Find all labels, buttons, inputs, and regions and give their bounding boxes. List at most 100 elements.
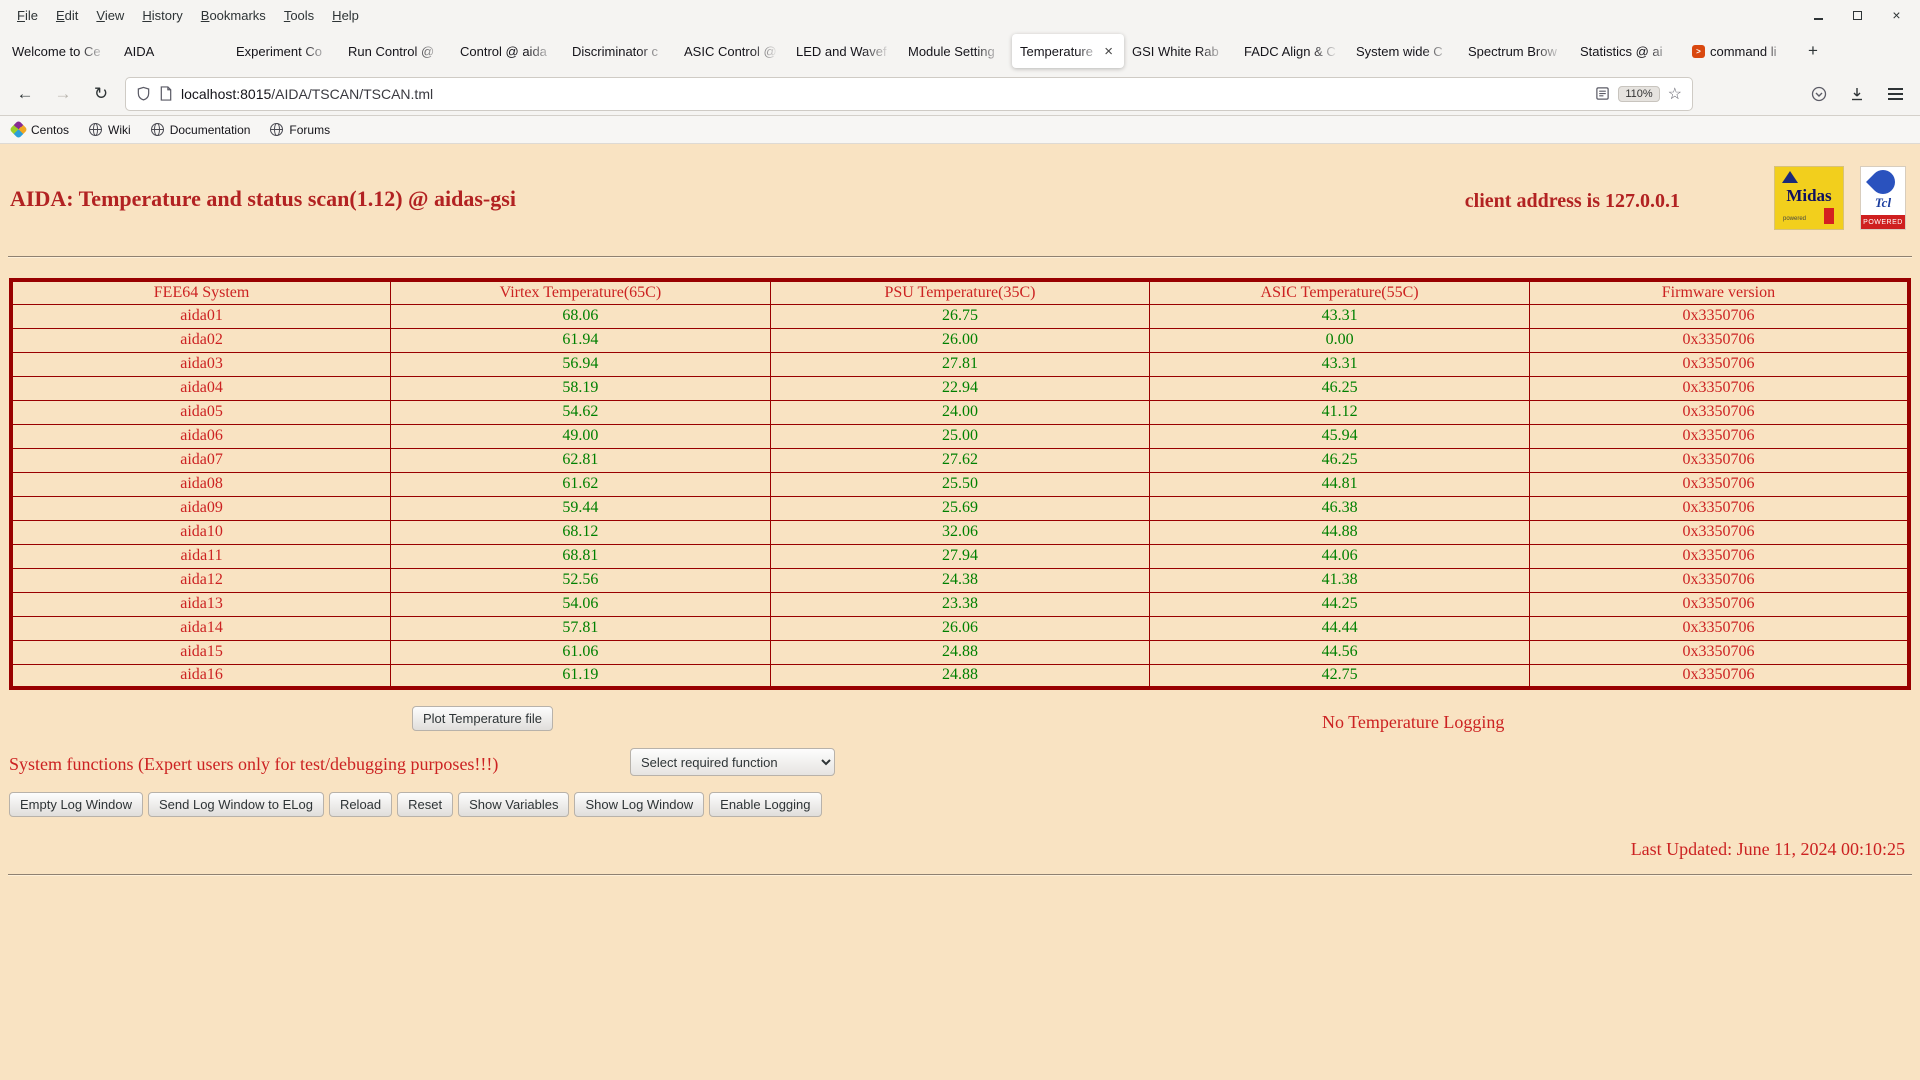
tab-label: Temperature [1020, 44, 1101, 59]
maximize-icon [1853, 11, 1862, 20]
plot-row: Plot Temperature file No Temperature Log… [0, 704, 1920, 746]
menu-item-bookmarks[interactable]: Bookmarks [192, 8, 275, 23]
column-header: PSU Temperature(35C) [770, 280, 1150, 304]
menu-item-help[interactable]: Help [323, 8, 368, 23]
bookmark-centos[interactable]: Centos [12, 123, 69, 137]
fee64-system-cell: aida05 [11, 400, 391, 424]
empty-log-window-button[interactable]: Empty Log Window [9, 792, 143, 817]
value-cell: 0.00 [1150, 328, 1530, 352]
value-cell: 0x3350706 [1529, 544, 1909, 568]
tab-command-li[interactable]: >command li [1684, 34, 1796, 68]
menu-item-view[interactable]: View [87, 8, 133, 23]
fee64-system-cell: aida06 [11, 424, 391, 448]
tab-label: Statistics @ ai [1580, 44, 1676, 59]
plot-temperature-file-button[interactable]: Plot Temperature file [412, 706, 553, 731]
value-cell: 25.69 [770, 496, 1150, 520]
menu-bar: FileEditViewHistoryBookmarksToolsHelp × [0, 0, 1920, 30]
tab-welcome-to-ce[interactable]: Welcome to Ce [4, 34, 116, 68]
tab-run-control[interactable]: Run Control @ [340, 34, 452, 68]
url-path: /AIDA/TSCAN/TSCAN.tml [271, 86, 433, 102]
menu-item-file[interactable]: File [8, 8, 47, 23]
page-title: AIDA: Temperature and status scan(1.12) … [10, 186, 516, 212]
tab-aida[interactable]: AIDA [116, 34, 228, 68]
value-cell: 0x3350706 [1529, 400, 1909, 424]
url-bar[interactable]: localhost:8015/AIDA/TSCAN/TSCAN.tml 110%… [126, 78, 1692, 110]
fee64-system-cell: aida07 [11, 448, 391, 472]
temperature-table: FEE64 SystemVirtex Temperature(65C)PSU T… [9, 278, 1911, 690]
value-cell: 27.62 [770, 448, 1150, 472]
fee64-system-cell: aida10 [11, 520, 391, 544]
column-header: ASIC Temperature(55C) [1150, 280, 1530, 304]
close-window-button[interactable]: × [1889, 8, 1904, 23]
forward-button[interactable]: → [46, 78, 80, 110]
globe-icon [270, 123, 283, 136]
reload-page-button[interactable]: ↻ [84, 78, 118, 110]
bookmark-documentation[interactable]: Documentation [151, 123, 251, 137]
tab-label: Run Control @ [348, 44, 444, 59]
tab-gsi-white-rab[interactable]: GSI White Rab [1124, 34, 1236, 68]
zoom-level[interactable]: 110% [1618, 86, 1659, 102]
tab-discriminator-c[interactable]: Discriminator c [564, 34, 676, 68]
value-cell: 58.19 [391, 376, 771, 400]
tab-temperature[interactable]: Temperature× [1012, 34, 1124, 68]
value-cell: 41.38 [1150, 568, 1530, 592]
site-info-page-icon[interactable] [159, 86, 173, 101]
midas-logo-subtext: powered [1783, 216, 1806, 222]
browser-window: FileEditViewHistoryBookmarksToolsHelp × … [0, 0, 1920, 1080]
reader-mode-icon[interactable] [1595, 86, 1610, 101]
tab-module-setting[interactable]: Module Setting [900, 34, 1012, 68]
tab-spectrum-brow[interactable]: Spectrum Brow [1460, 34, 1572, 68]
enable-logging-button[interactable]: Enable Logging [709, 792, 821, 817]
value-cell: 44.88 [1150, 520, 1530, 544]
bookmark-star-icon[interactable]: ☆ [1668, 84, 1682, 104]
bookmark-label: Centos [31, 123, 69, 137]
value-cell: 42.75 [1150, 664, 1530, 688]
menu-item-history[interactable]: History [133, 8, 191, 23]
show-variables-button[interactable]: Show Variables [458, 792, 569, 817]
value-cell: 0x3350706 [1529, 304, 1909, 328]
menu-item-edit[interactable]: Edit [47, 8, 87, 23]
show-log-window-button[interactable]: Show Log Window [574, 792, 704, 817]
value-cell: 0x3350706 [1529, 448, 1909, 472]
reload-button[interactable]: Reload [329, 792, 392, 817]
tab-system-wide-c[interactable]: System wide C [1348, 34, 1460, 68]
tab-control-aida[interactable]: Control @ aida [452, 34, 564, 68]
tab-experiment-co[interactable]: Experiment Co [228, 34, 340, 68]
app-menu-icon[interactable] [1878, 78, 1912, 110]
value-cell: 44.25 [1150, 592, 1530, 616]
maximize-button[interactable] [1850, 8, 1865, 23]
tracking-protection-shield-icon[interactable] [136, 86, 151, 101]
reset-button[interactable]: Reset [397, 792, 453, 817]
send-log-window-to-elog-button[interactable]: Send Log Window to ELog [148, 792, 324, 817]
fee64-system-cell: aida08 [11, 472, 391, 496]
table-row: aida0861.6225.5044.810x3350706 [11, 472, 1909, 496]
tab-label: Module Setting [908, 44, 1004, 59]
bookmarks-toolbar: Centos Wiki Documentation Forums [0, 116, 1920, 144]
centos-icon [9, 120, 27, 138]
value-cell: 23.38 [770, 592, 1150, 616]
tab-close-icon[interactable]: × [1101, 43, 1116, 60]
table-row: aida1168.8127.9444.060x3350706 [11, 544, 1909, 568]
function-select[interactable]: Select required function [630, 748, 835, 776]
tab-asic-control[interactable]: ASIC Control @ [676, 34, 788, 68]
url-text: localhost:8015/AIDA/TSCAN/TSCAN.tml [181, 86, 1587, 102]
url-host: localhost:8015 [181, 86, 271, 102]
tab-label: GSI White Rab [1132, 44, 1228, 59]
menu-item-tools[interactable]: Tools [275, 8, 323, 23]
value-cell: 24.88 [770, 664, 1150, 688]
table-row: aida1561.0624.8844.560x3350706 [11, 640, 1909, 664]
value-cell: 68.81 [391, 544, 771, 568]
download-icon[interactable] [1840, 78, 1874, 110]
fee64-system-cell: aida09 [11, 496, 391, 520]
bookmark-wiki[interactable]: Wiki [89, 123, 131, 137]
pocket-icon[interactable] [1802, 78, 1836, 110]
value-cell: 22.94 [770, 376, 1150, 400]
table-row: aida0762.8127.6246.250x3350706 [11, 448, 1909, 472]
tab-fadc-align-c[interactable]: FADC Align & C [1236, 34, 1348, 68]
minimize-button[interactable] [1811, 8, 1826, 23]
bookmark-forums[interactable]: Forums [270, 123, 330, 137]
tab-led-and-wavef[interactable]: LED and Wavef [788, 34, 900, 68]
new-tab-button[interactable]: + [1798, 36, 1828, 66]
back-button[interactable]: ← [8, 78, 42, 110]
tab-statistics-ai[interactable]: Statistics @ ai [1572, 34, 1684, 68]
